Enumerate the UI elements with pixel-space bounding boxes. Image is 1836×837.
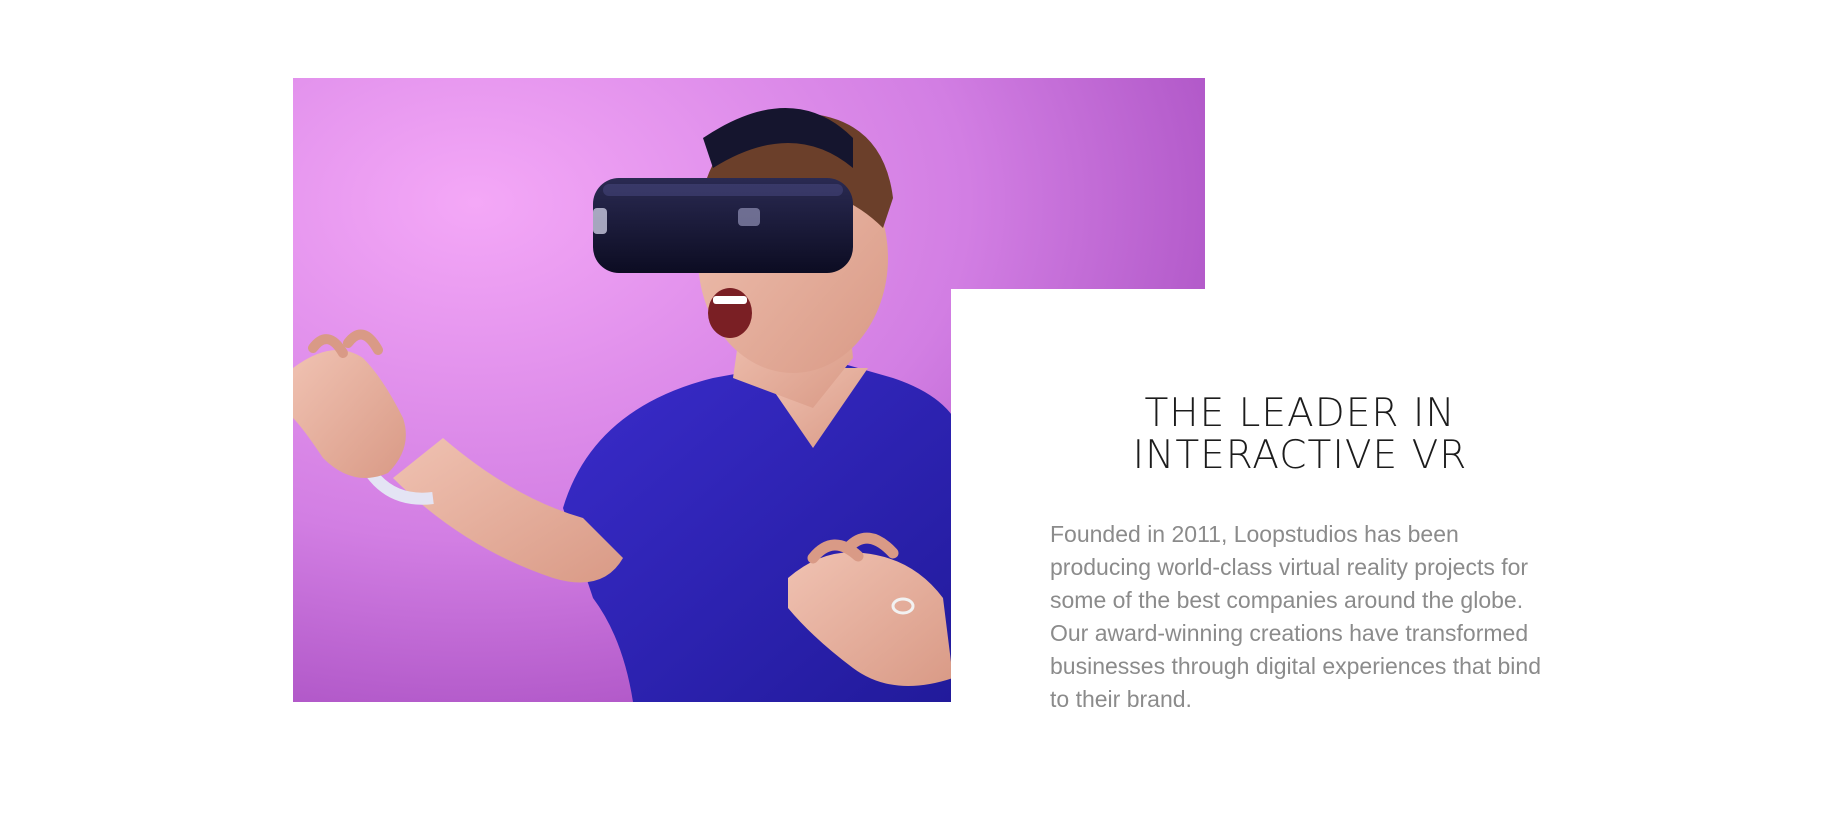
about-section: THE LEADER IN INTERACTIVE VR Founded in …: [0, 0, 1836, 837]
headline-line-2: INTERACTIVE VR: [1132, 433, 1468, 478]
headline-line-1: THE LEADER IN: [1144, 391, 1456, 436]
section-headline: THE LEADER IN INTERACTIVE VR: [1050, 393, 1550, 477]
section-description: Founded in 2011, Loopstudios has been pr…: [1050, 521, 1541, 712]
